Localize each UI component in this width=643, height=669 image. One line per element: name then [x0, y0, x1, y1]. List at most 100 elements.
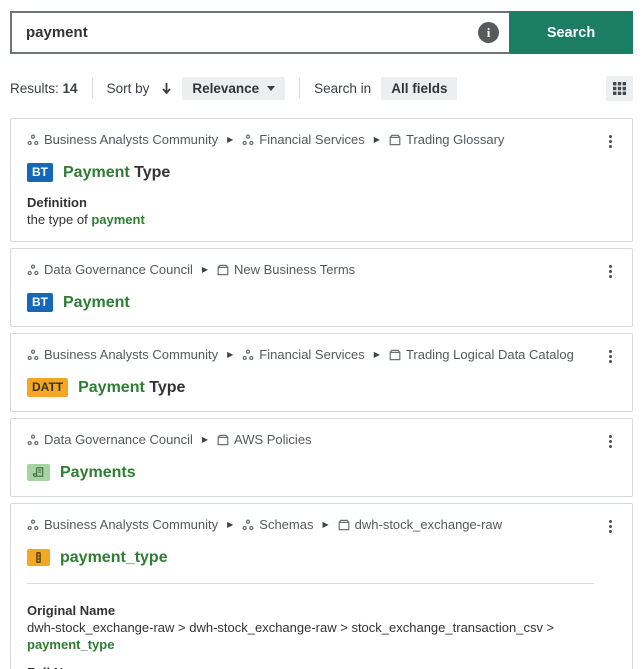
field-text: the type of	[27, 212, 91, 227]
community-icon	[242, 519, 254, 531]
title-highlight: Payment	[63, 294, 130, 311]
breadcrumb-item[interactable]: New Business Terms	[217, 262, 355, 278]
result-card: Data Governance Council ▶ New Business Ter…	[10, 248, 633, 327]
sort-direction-icon[interactable]	[161, 82, 172, 95]
breadcrumb-item[interactable]: Data Governance Council	[27, 262, 193, 278]
breadcrumb-label: Data Governance Council	[44, 262, 193, 278]
community-icon	[27, 434, 39, 446]
breadcrumb: Business Analysts Community ▶ Financial Se…	[27, 347, 602, 363]
grid-view-button[interactable]	[606, 76, 633, 101]
info-icon[interactable]	[478, 22, 499, 43]
divider	[92, 78, 93, 98]
title-text: Type	[145, 379, 186, 396]
search-button[interactable]: Search	[509, 11, 633, 54]
result-card: Data Governance Council▶AWS Policies Pay…	[10, 418, 633, 497]
title-highlight: Payment	[78, 379, 145, 396]
breadcrumb-label: Schemas	[259, 517, 313, 533]
result-card: Business Analysts Community ▶ Schemas ▶ dwh-…	[10, 503, 633, 669]
result-title[interactable]: Payments	[60, 462, 136, 483]
breadcrumb-item[interactable]: Business Analysts Community	[27, 132, 218, 148]
more-actions-button[interactable]	[602, 132, 618, 150]
community-icon	[27, 349, 39, 361]
breadcrumb-item[interactable]: AWS Policies	[217, 432, 312, 448]
breadcrumb-item[interactable]: Business Analysts Community	[27, 347, 218, 363]
breadcrumb: Business Analysts Community ▶ Schemas ▶ dwh-…	[27, 517, 602, 533]
breadcrumb: Data Governance Council▶AWS Policies	[27, 432, 602, 448]
field-label: Full Name	[27, 665, 618, 669]
breadcrumb-label: Financial Services	[259, 347, 365, 363]
breadcrumb-item[interactable]: Business Analysts Community	[27, 517, 218, 533]
folder-icon	[217, 264, 229, 276]
search-input-wrap	[10, 11, 509, 54]
search-in-filter[interactable]: All fields	[381, 77, 457, 100]
result-fields: Original Namedwh-stock_exchange-raw > dw…	[27, 583, 618, 669]
more-actions-button[interactable]	[602, 347, 618, 365]
breadcrumb-item[interactable]: Trading Glossary	[389, 132, 505, 148]
type-badge: BT	[27, 293, 53, 312]
sort-by-label: Sort by	[107, 81, 150, 96]
breadcrumb-arrow-icon: ▶	[374, 132, 380, 148]
breadcrumb-arrow-icon: ▶	[227, 132, 233, 148]
breadcrumb-label: Trading Glossary	[406, 132, 505, 148]
results-list: Business Analysts Community ▶ Financial Se…	[10, 118, 633, 669]
breadcrumb-item[interactable]: Trading Logical Data Catalog	[389, 347, 574, 363]
kebab-icon	[609, 435, 612, 438]
breadcrumb-label: Business Analysts Community	[44, 347, 218, 363]
result-card: Business Analysts Community ▶ Financial Se…	[10, 118, 633, 242]
type-badge: BT	[27, 163, 53, 182]
title-highlight: Payments	[60, 464, 136, 481]
more-actions-button[interactable]	[602, 432, 618, 450]
result-fields: Definitionthe type of payment	[27, 195, 618, 228]
title-highlight: payment_type	[60, 549, 168, 566]
breadcrumb-label: dwh-stock_exchange-raw	[355, 517, 502, 533]
type-badge: DATT	[27, 378, 68, 397]
result-title[interactable]: Payment Type	[78, 377, 185, 398]
breadcrumb-arrow-icon: ▶	[227, 517, 233, 533]
kebab-icon	[609, 265, 612, 268]
sort-value-dropdown[interactable]: Relevance	[182, 77, 285, 100]
breadcrumb-arrow-icon: ▶	[202, 262, 208, 278]
more-actions-button[interactable]	[602, 517, 618, 535]
policy-scroll-badge	[27, 464, 50, 481]
field-label: Original Name	[27, 603, 618, 619]
breadcrumb-item[interactable]: dwh-stock_exchange-raw	[338, 517, 502, 533]
breadcrumb: Business Analysts Community ▶ Financial Se…	[27, 132, 602, 148]
column-badge	[27, 549, 50, 566]
breadcrumb-item[interactable]: Data Governance Council	[27, 432, 193, 448]
breadcrumb-label: Trading Logical Data Catalog	[406, 347, 574, 363]
result-title[interactable]: Payment Type	[63, 162, 170, 183]
breadcrumb-label: Business Analysts Community	[44, 132, 218, 148]
title-highlight: Payment	[63, 164, 130, 181]
title-text: Type	[130, 164, 171, 181]
breadcrumb-item[interactable]: Schemas	[242, 517, 313, 533]
breadcrumb-label: Financial Services	[259, 132, 365, 148]
community-icon	[27, 134, 39, 146]
match-highlight: payment	[91, 212, 144, 227]
search-input[interactable]	[26, 24, 478, 41]
field: Full Namedwh-stock_exchange-raw > dwh-st…	[27, 665, 618, 669]
breadcrumb: Data Governance Council ▶ New Business Ter…	[27, 262, 602, 278]
breadcrumb-item[interactable]: Financial Services	[242, 347, 365, 363]
search-bar: Search	[10, 11, 633, 54]
field-value: the type of payment	[27, 211, 618, 228]
search-in-value: All fields	[391, 81, 447, 96]
results-count: 14	[63, 81, 78, 96]
results-toolbar: Results: 14 Sort by Relevance Search in …	[10, 75, 633, 101]
more-actions-button[interactable]	[602, 262, 618, 280]
field-label: Definition	[27, 195, 618, 211]
sort-value: Relevance	[192, 81, 259, 96]
divider	[27, 583, 594, 584]
kebab-icon	[609, 520, 612, 523]
breadcrumb-arrow-icon: ▶	[227, 347, 233, 363]
result-title[interactable]: Payment	[63, 292, 130, 313]
breadcrumb-arrow-icon: ▶	[374, 347, 380, 363]
search-in-label: Search in	[314, 81, 371, 96]
result-title[interactable]: payment_type	[60, 547, 168, 568]
folder-icon	[389, 349, 401, 361]
breadcrumb-item[interactable]: Financial Services	[242, 132, 365, 148]
folder-icon	[338, 519, 350, 531]
result-card: Business Analysts Community ▶ Financial Se…	[10, 333, 633, 412]
divider	[299, 78, 300, 98]
chevron-down-icon	[267, 86, 275, 91]
breadcrumb-arrow-icon: ▶	[322, 517, 328, 533]
